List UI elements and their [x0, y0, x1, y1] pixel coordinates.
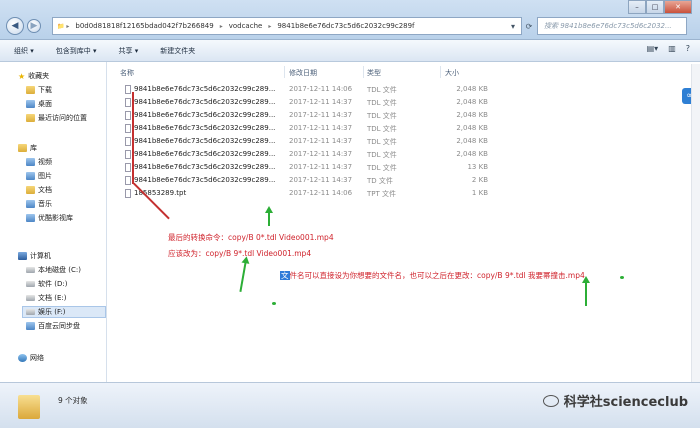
nav-drive-f[interactable]: 娱乐 (F:) — [22, 306, 106, 318]
item-count: 9 个对象 — [58, 396, 88, 405]
file-icon — [125, 137, 131, 146]
computer-icon — [18, 252, 27, 260]
file-row[interactable]: 9841b8e6e76dc73c5d6c2032c99c289... 2017-… — [108, 161, 700, 174]
column-divider[interactable] — [363, 66, 364, 78]
nav-downloads[interactable]: 下载 — [26, 84, 52, 96]
minimize-button[interactable]: – — [628, 0, 646, 14]
file-row[interactable]: 9841b8e6e76dc73c5d6c2032c99c289... 2017-… — [108, 83, 700, 96]
file-list: 名称 修改日期 类型 大小 9841b8e6e76dc73c5d6c2032c9… — [108, 62, 700, 382]
nav-recent[interactable]: 最近访问的位置 — [26, 112, 87, 124]
command-bar: 组织 ▾ 包含到库中 ▾ 共享 ▾ 新建文件夹 ▤▾ ▥ ? — [0, 40, 700, 62]
file-icon — [125, 85, 131, 94]
green-arrow-icon — [265, 206, 273, 226]
column-header-size[interactable]: 大小 — [445, 68, 459, 78]
nav-favorites[interactable]: ★ 收藏夹 — [18, 70, 49, 82]
navigation-pane: ★ 收藏夹 下载 桌面 最近访问的位置 库 视频 图片 文档 音乐 优酷影视库 计… — [0, 62, 107, 382]
help-icon[interactable]: ? — [686, 44, 690, 53]
highlighted-text: 文 — [280, 271, 290, 280]
network-icon — [18, 354, 27, 362]
recent-places-icon — [26, 114, 35, 122]
column-header-date[interactable]: 修改日期 — [289, 68, 317, 78]
column-divider[interactable] — [440, 66, 441, 78]
file-icon — [125, 150, 131, 159]
library-icon — [18, 144, 27, 152]
search-input[interactable]: 搜索 9841b8e6e76dc73c5d6c2032... — [537, 17, 687, 35]
forward-button[interactable]: ▶ — [27, 19, 41, 33]
file-icon — [125, 124, 131, 133]
file-row[interactable]: 9841b8e6e76dc73c5d6c2032c99c289... 2017-… — [108, 148, 700, 161]
address-dropdown-button[interactable]: ▾ — [506, 17, 520, 35]
status-bar: 9 个对象 科学社scienceclub — [0, 382, 700, 428]
annotation-line — [132, 92, 134, 184]
breadcrumb-0[interactable]: b0d0d81818f12165bdad042f7b266849 — [69, 22, 219, 30]
column-header-name[interactable]: 名称 — [120, 68, 134, 78]
desktop-icon — [26, 100, 35, 108]
back-button[interactable]: ◀ — [6, 17, 24, 35]
youku-library-icon — [26, 214, 35, 222]
download-folder-icon — [26, 86, 35, 94]
green-dot-icon — [272, 302, 276, 305]
picture-icon — [26, 172, 35, 180]
video-icon — [26, 158, 35, 166]
drive-icon — [26, 281, 35, 287]
file-icon — [125, 163, 131, 172]
file-row[interactable]: 9841b8e6e76dc73c5d6c2032c99c289... 2017-… — [108, 96, 700, 109]
column-divider[interactable] — [284, 66, 285, 78]
nav-videos[interactable]: 视频 — [26, 156, 52, 168]
annotation-command-1: 最后的转换命令：copy/B 0*.tdl Video001.mp4 — [168, 233, 334, 242]
green-arrow-icon — [582, 276, 590, 306]
organize-button[interactable]: 组织 ▾ — [14, 46, 34, 56]
watermark: 科学社scienceclub — [542, 391, 688, 410]
file-row[interactable]: 9841b8e6e76dc73c5d6c2032c99c289... 2017-… — [108, 135, 700, 148]
close-button[interactable]: ✕ — [664, 0, 692, 14]
nav-desktop[interactable]: 桌面 — [26, 98, 52, 110]
file-icon — [125, 189, 131, 198]
drive-icon — [26, 309, 35, 315]
nav-drive-d[interactable]: 软件 (D:) — [26, 278, 67, 290]
view-options-icon[interactable]: ▤▾ — [647, 44, 659, 53]
include-library-button[interactable]: 包含到库中 ▾ — [56, 46, 97, 56]
column-header-type[interactable]: 类型 — [367, 68, 381, 78]
file-icon — [125, 176, 131, 185]
music-icon — [26, 200, 35, 208]
nav-music[interactable]: 音乐 — [26, 198, 52, 210]
file-icon — [125, 98, 131, 107]
annotation-command-2: 应该改为：copy/B 9*.tdl Video001.mp4 — [168, 249, 312, 258]
cloud-sync-icon — [26, 322, 35, 330]
refresh-button[interactable]: ⟳ — [522, 17, 536, 35]
new-folder-button[interactable]: 新建文件夹 — [160, 46, 195, 56]
file-icon — [125, 111, 131, 120]
green-dot-icon — [620, 276, 624, 279]
breadcrumb-1[interactable]: vodcache — [223, 22, 269, 30]
star-icon: ★ — [18, 72, 26, 81]
nav-libraries[interactable]: 库 — [18, 142, 37, 154]
address-bar[interactable]: 📁 ▸ b0d0d81818f12165bdad042f7b266849 ▸ v… — [52, 17, 522, 35]
annotation-tip: 文件名可以直接设为你想要的文件名，也可以之后在更改：copy/B 9*.tdl … — [280, 271, 585, 280]
title-address-bar: ◀ ▶ 📁 ▸ b0d0d81818f12165bdad042f7b266849… — [0, 0, 700, 40]
nav-baidu-sync[interactable]: 百度云同步盘 — [26, 320, 80, 332]
window-controls: – □ ✕ — [628, 0, 692, 14]
document-icon — [26, 186, 35, 194]
file-row[interactable]: 9841b8e6e76dc73c5d6c2032c99c289... 2017-… — [108, 109, 700, 122]
scrollbar[interactable] — [691, 64, 700, 382]
drive-icon — [26, 267, 35, 273]
nav-drive-e[interactable]: 文档 (E:) — [26, 292, 66, 304]
preview-pane-icon[interactable]: ▥ — [668, 44, 676, 53]
nav-drive-c[interactable]: 本地磁盘 (C:) — [26, 264, 81, 276]
drive-icon — [26, 295, 35, 301]
folder-icon: 📁 ▸ — [57, 22, 70, 30]
maximize-button[interactable]: □ — [646, 0, 664, 14]
file-row[interactable]: 9841b8e6e76dc73c5d6c2032c99c289... 2017-… — [108, 174, 700, 187]
nav-computer[interactable]: 计算机 — [18, 250, 51, 262]
file-row[interactable]: 185853289.tpt 2017-12-11 14:06 TPT 文件 1 … — [108, 187, 700, 200]
nav-pictures[interactable]: 图片 — [26, 170, 52, 182]
folder-icon — [18, 395, 40, 419]
wechat-logo-icon — [542, 394, 559, 407]
breadcrumb-2[interactable]: 9841b8e6e76dc73c5d6c2032c99c289f — [271, 22, 420, 30]
share-button[interactable]: 共享 ▾ — [119, 46, 139, 56]
nav-network[interactable]: 网络 — [18, 352, 44, 364]
nav-youku-library[interactable]: 优酷影视库 — [26, 212, 73, 224]
file-row[interactable]: 9841b8e6e76dc73c5d6c2032c99c289... 2017-… — [108, 122, 700, 135]
nav-documents[interactable]: 文档 — [26, 184, 52, 196]
